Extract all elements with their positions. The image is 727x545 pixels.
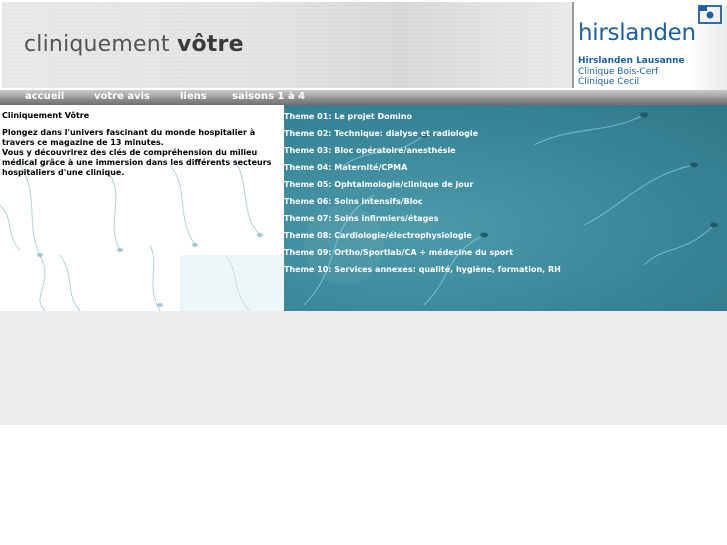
brand-line-lausanne: Hirslanden Lausanne <box>578 56 685 66</box>
intro-paragraph-2: Vous y découvrirez des clés de compréhen… <box>2 148 272 177</box>
intro-paragraph-1: Plongez dans l'univers fascinant du mond… <box>2 128 256 147</box>
main-nav: accueil votre avis liens saisons 1 à 4 <box>0 90 727 105</box>
theme-link-07[interactable]: Theme 07: Soins infirmiers/étages <box>284 214 439 223</box>
nav-liens[interactable]: liens <box>180 91 207 102</box>
theme-link-03[interactable]: Theme 03: Bloc opératoire/anesthésie <box>284 146 456 155</box>
intro-panel: Cliniquement Vôtre Plongez dans l'univer… <box>0 105 284 311</box>
theme-link-04[interactable]: Theme 04: Maternité/CPMA <box>284 163 407 172</box>
header-banner: cliniquement vôtre <box>2 2 574 88</box>
site-title: cliniquement vôtre <box>24 32 244 57</box>
brand-line-cecil: Clinique Cecil <box>578 77 640 87</box>
hirslanden-logo-icon <box>698 5 722 24</box>
theme-link-02[interactable]: Theme 02: Technique: dialyse et radiolog… <box>284 129 478 138</box>
site-title-bold: vôtre <box>176 32 244 57</box>
site-header: cliniquement vôtre hirslanden Hirslanden… <box>0 0 727 90</box>
theme-link-05[interactable]: Theme 05: Ophtalmologie/clinique de jour <box>284 180 473 189</box>
theme-link-09[interactable]: Theme 09: Ortho/Sportlab/CA + médecine d… <box>284 248 513 257</box>
themes-panel: Theme 01: Le projet Domino Theme 02: Tec… <box>284 105 727 311</box>
nav-accueil[interactable]: accueil <box>25 91 64 102</box>
site-title-light: cliniquement <box>24 32 177 57</box>
brand-line-bois-cerf: Clinique Bois-Cerf <box>578 67 659 77</box>
theme-link-08[interactable]: Theme 08: Cardiologie/électrophysiologie <box>284 231 472 240</box>
nav-saisons[interactable]: saisons 1 à 4 <box>232 91 305 102</box>
intro-text: Plongez dans l'univers fascinant du mond… <box>2 128 280 178</box>
brand-logo-text: hirslanden <box>578 20 696 46</box>
nav-votre-avis[interactable]: votre avis <box>94 91 150 102</box>
theme-link-10[interactable]: Theme 10: Services annexes: qualité, hyg… <box>284 265 561 274</box>
theme-link-01[interactable]: Theme 01: Le projet Domino <box>284 112 412 121</box>
footer-band <box>0 311 727 425</box>
brand-block[interactable]: hirslanden Hirslanden Lausanne Clinique … <box>578 0 727 90</box>
theme-link-06[interactable]: Theme 06: Soins intensifs/Bloc <box>284 197 423 206</box>
intro-title: Cliniquement Vôtre <box>2 111 90 120</box>
